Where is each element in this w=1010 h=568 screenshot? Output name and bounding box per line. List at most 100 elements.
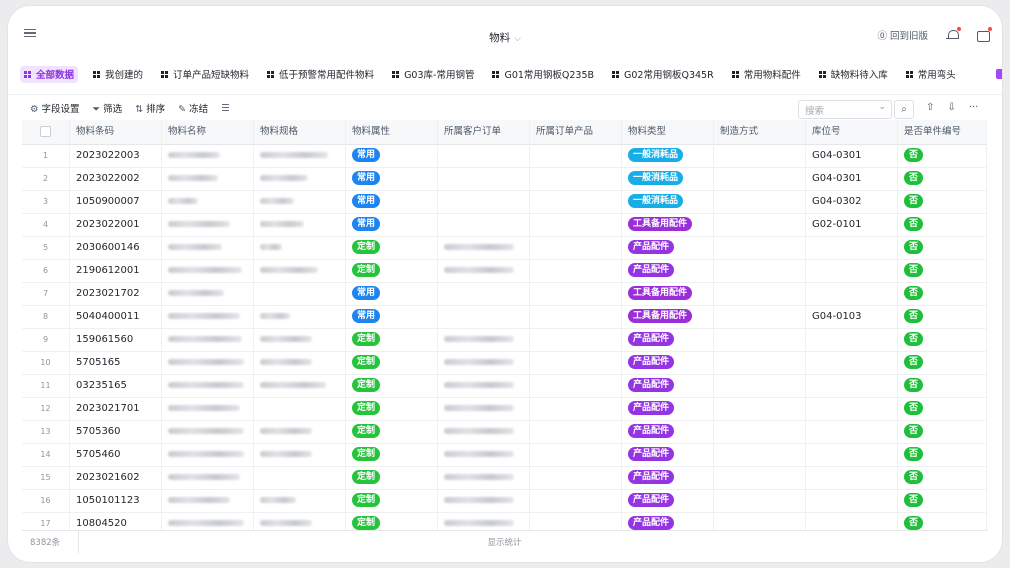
material-attr-cell[interactable]: 常用 [346,190,438,213]
manufacture-method-cell[interactable] [714,213,806,236]
material-spec-cell[interactable] [254,397,346,420]
order-product-cell[interactable] [530,259,622,282]
customer-order-cell[interactable] [438,144,530,167]
view-tab-2[interactable]: 订单产品短缺物料 [158,66,252,83]
view-tab-8[interactable]: 缺物料待入库 [816,66,891,83]
single-number-cell[interactable]: 否 [898,466,987,489]
material-type-cell[interactable]: 产品配件 [622,328,714,351]
table-row[interactable]: 11 03235165 定制 产品配件 否 [22,374,987,398]
customer-order-cell[interactable] [438,236,530,259]
manufacture-method-cell[interactable] [714,374,806,397]
more-views-icon[interactable] [996,69,1002,79]
location-cell[interactable] [806,489,898,512]
material-spec-cell[interactable] [254,328,346,351]
customer-order-cell[interactable] [438,328,530,351]
location-cell[interactable] [806,282,898,305]
material-name-cell[interactable] [162,328,254,351]
material-name-cell[interactable] [162,466,254,489]
back-to-old-button[interactable]: ⓪ 回到旧版 [877,28,928,42]
table-row[interactable]: 7 2023021702 常用 工具备用配件 否 [22,282,987,306]
order-product-cell[interactable] [530,512,622,530]
customer-order-cell[interactable] [438,466,530,489]
single-number-cell[interactable]: 否 [898,190,987,213]
material-name-cell[interactable] [162,374,254,397]
single-number-cell[interactable]: 否 [898,420,987,443]
location-cell[interactable] [806,512,898,530]
table-row[interactable]: 4 2023022001 常用 工具备用配件 G02-0101 否 [22,213,987,237]
row-height-icon[interactable]: ☰ [221,103,230,114]
chevron-down-icon[interactable]: ⌄ [878,102,886,112]
order-product-cell[interactable] [530,305,622,328]
material-name-cell[interactable] [162,282,254,305]
material-name-cell[interactable] [162,443,254,466]
material-code-cell[interactable]: 159061560 [70,328,162,351]
location-cell[interactable]: G04-0302 [806,190,898,213]
order-product-cell[interactable] [530,351,622,374]
field-settings-button[interactable]: ⚙ 字段设置 [30,101,80,115]
material-code-cell[interactable]: 5705460 [70,443,162,466]
material-spec-cell[interactable] [254,282,346,305]
material-spec-cell[interactable] [254,259,346,282]
column-header[interactable]: 是否单件编号 [898,120,987,144]
search-input[interactable]: 搜索 ⌄ [798,100,892,119]
customer-order-cell[interactable] [438,167,530,190]
single-number-cell[interactable]: 否 [898,213,987,236]
material-type-cell[interactable]: 产品配件 [622,489,714,512]
manufacture-method-cell[interactable] [714,443,806,466]
table-row[interactable]: 6 2190612001 定制 产品配件 否 [22,259,987,283]
customer-order-cell[interactable] [438,512,530,530]
material-type-cell[interactable]: 产品配件 [622,374,714,397]
view-tab-7[interactable]: 常用物料配件 [729,66,804,83]
table-row[interactable]: 17 10804520 定制 产品配件 否 [22,512,987,530]
material-attr-cell[interactable]: 定制 [346,397,438,420]
column-header[interactable]: 物料规格 [254,120,346,144]
material-code-cell[interactable]: 2023021602 [70,466,162,489]
material-type-cell[interactable]: 产品配件 [622,420,714,443]
location-cell[interactable] [806,374,898,397]
freeze-button[interactable]: ✎ 冻结 [178,101,208,115]
material-attr-cell[interactable]: 定制 [346,489,438,512]
download-icon[interactable]: ⇩ [947,102,955,113]
manufacture-method-cell[interactable] [714,190,806,213]
material-code-cell[interactable]: 2030600146 [70,236,162,259]
table-row[interactable]: 2 2023022002 常用 一般消耗品 G04-0301 否 [22,167,987,191]
table-row[interactable]: 5 2030600146 定制 产品配件 否 [22,236,987,260]
material-type-cell[interactable]: 一般消耗品 [622,144,714,167]
order-product-cell[interactable] [530,282,622,305]
customer-order-cell[interactable] [438,351,530,374]
order-product-cell[interactable] [530,397,622,420]
column-header[interactable]: 物料名称 [162,120,254,144]
bell-icon[interactable] [946,27,961,41]
inbox-icon[interactable] [977,27,992,42]
material-attr-cell[interactable]: 常用 [346,213,438,236]
customer-order-cell[interactable] [438,259,530,282]
material-code-cell[interactable]: 5705165 [70,351,162,374]
material-code-cell[interactable]: 2023022002 [70,167,162,190]
material-spec-cell[interactable] [254,213,346,236]
material-attr-cell[interactable]: 定制 [346,236,438,259]
filter-button[interactable]: ⏷ 筛选 [93,101,123,115]
location-cell[interactable] [806,351,898,374]
view-tab-0[interactable]: 全部数据 [20,65,79,83]
material-name-cell[interactable] [162,489,254,512]
material-name-cell[interactable] [162,236,254,259]
material-attr-cell[interactable]: 定制 [346,512,438,530]
location-cell[interactable] [806,259,898,282]
location-cell[interactable] [806,328,898,351]
location-cell[interactable]: G04-0301 [806,144,898,167]
material-type-cell[interactable]: 产品配件 [622,466,714,489]
view-tab-3[interactable]: 低于预警常用配件物料 [264,66,377,83]
customer-order-cell[interactable] [438,305,530,328]
table-row[interactable]: 14 5705460 定制 产品配件 否 [22,443,987,467]
table-row[interactable]: 1 2023022003 常用 一般消耗品 G04-0301 否 [22,144,987,168]
material-attr-cell[interactable]: 常用 [346,167,438,190]
material-attr-cell[interactable]: 常用 [346,305,438,328]
single-number-cell[interactable]: 否 [898,236,987,259]
order-product-cell[interactable] [530,374,622,397]
order-product-cell[interactable] [530,466,622,489]
view-tab-9[interactable]: 常用弯头 [903,66,959,83]
single-number-cell[interactable]: 否 [898,374,987,397]
customer-order-cell[interactable] [438,213,530,236]
single-number-cell[interactable]: 否 [898,512,987,530]
location-cell[interactable]: G04-0103 [806,305,898,328]
